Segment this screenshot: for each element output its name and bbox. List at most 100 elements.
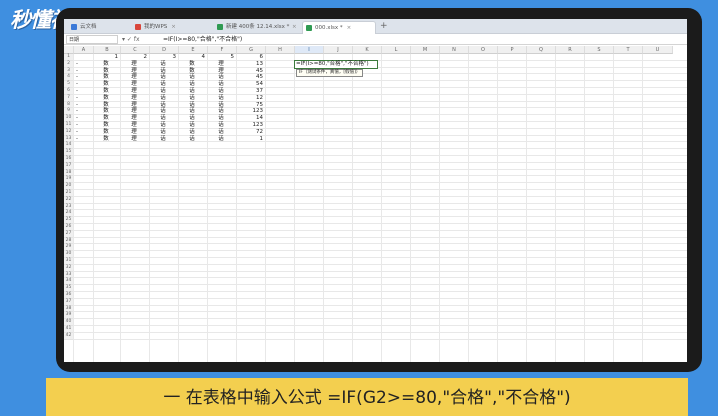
table-cell[interactable]: 话 bbox=[150, 88, 176, 95]
column-header-l[interactable]: L bbox=[382, 46, 411, 54]
table-cell[interactable]: 话 bbox=[179, 129, 205, 136]
table-cell[interactable]: 数 bbox=[94, 129, 118, 136]
tab-cloud-docs[interactable]: 云文档 bbox=[68, 21, 126, 34]
column-header-s[interactable]: S bbox=[585, 46, 614, 54]
tab-active-workbook[interactable]: 000.xlsx * × bbox=[302, 21, 376, 34]
header-cell[interactable]: 2 bbox=[121, 54, 148, 61]
table-cell[interactable]: - bbox=[76, 108, 93, 115]
table-cell[interactable]: 话 bbox=[150, 129, 176, 136]
table-cell[interactable]: 数 bbox=[179, 61, 205, 68]
table-cell[interactable]: 75 bbox=[237, 102, 263, 109]
header-cell[interactable]: 3 bbox=[150, 54, 177, 61]
table-cell[interactable]: 理 bbox=[208, 61, 234, 68]
select-all-corner[interactable] bbox=[64, 46, 74, 54]
table-cell[interactable]: 数 bbox=[94, 88, 118, 95]
table-cell[interactable]: 话 bbox=[208, 81, 234, 88]
add-tab-icon[interactable]: + bbox=[380, 19, 388, 34]
table-cell[interactable]: 话 bbox=[150, 81, 176, 88]
table-cell[interactable]: 话 bbox=[208, 129, 234, 136]
table-cell[interactable]: 45 bbox=[237, 74, 263, 81]
name-box[interactable]: 日期 bbox=[66, 35, 118, 44]
table-cell[interactable]: 话 bbox=[150, 136, 176, 143]
table-cell[interactable]: - bbox=[76, 122, 93, 129]
close-icon[interactable]: × bbox=[292, 24, 297, 30]
header-cell[interactable]: 4 bbox=[179, 54, 206, 61]
table-cell[interactable]: 13 bbox=[237, 61, 263, 68]
table-cell[interactable]: 45 bbox=[237, 68, 263, 75]
table-cell[interactable]: 理 bbox=[121, 61, 147, 68]
table-cell[interactable]: 14 bbox=[237, 115, 263, 122]
table-cell[interactable]: - bbox=[76, 88, 93, 95]
table-cell[interactable]: - bbox=[76, 136, 93, 143]
column-header-b[interactable]: B bbox=[94, 46, 121, 54]
column-header-f[interactable]: F bbox=[208, 46, 237, 54]
table-cell[interactable]: - bbox=[76, 129, 93, 136]
table-cell[interactable]: 1 bbox=[237, 136, 264, 143]
table-cell[interactable]: - bbox=[76, 68, 93, 75]
table-cell[interactable]: 数 bbox=[94, 81, 118, 88]
table-cell[interactable]: 话 bbox=[208, 115, 234, 122]
close-icon[interactable]: × bbox=[171, 24, 176, 30]
sheet-grid[interactable]: A B C D E F G H I J K L M N O P Q R S T U 1 2 3 4 5 6 7 8 9 10 11 12 13 14… bbox=[64, 46, 687, 362]
table-cell[interactable]: 话 bbox=[179, 81, 205, 88]
table-cell[interactable]: 话 bbox=[150, 61, 176, 68]
column-header-o[interactable]: O bbox=[469, 46, 498, 54]
column-header-p[interactable]: P bbox=[498, 46, 527, 54]
formula-icons[interactable]: ▾ ✓ fx bbox=[122, 35, 140, 44]
table-cell[interactable]: 话 bbox=[150, 115, 176, 122]
tab-my-wps[interactable]: 我的WPS × bbox=[132, 21, 194, 34]
column-header-d[interactable]: D bbox=[150, 46, 179, 54]
table-cell[interactable]: 数 bbox=[94, 122, 118, 129]
table-cell[interactable]: 理 bbox=[121, 115, 147, 122]
column-header-q[interactable]: Q bbox=[527, 46, 556, 54]
table-cell[interactable]: 话 bbox=[150, 95, 176, 102]
table-cell[interactable]: 话 bbox=[179, 115, 205, 122]
table-cell[interactable]: 话 bbox=[208, 88, 234, 95]
table-cell[interactable]: - bbox=[76, 102, 93, 109]
table-cell[interactable]: 72 bbox=[237, 129, 263, 136]
table-cell[interactable]: 理 bbox=[121, 95, 147, 102]
table-cell[interactable]: 话 bbox=[179, 88, 205, 95]
column-header-r[interactable]: R bbox=[556, 46, 585, 54]
column-header-t[interactable]: T bbox=[614, 46, 643, 54]
header-cell[interactable]: 6 bbox=[237, 54, 264, 61]
column-header-c[interactable]: C bbox=[121, 46, 150, 54]
table-cell[interactable]: 话 bbox=[179, 95, 205, 102]
table-cell[interactable]: 理 bbox=[121, 88, 147, 95]
table-cell[interactable]: 123 bbox=[237, 122, 264, 129]
column-header-h[interactable]: H bbox=[266, 46, 295, 54]
table-cell[interactable]: 数 bbox=[94, 136, 118, 143]
table-cell[interactable]: 话 bbox=[179, 122, 205, 129]
table-cell[interactable]: - bbox=[76, 95, 93, 102]
formula-input[interactable]: =IF(I>=80,"合格","不合格") bbox=[163, 35, 242, 44]
column-header-e[interactable]: E bbox=[179, 46, 208, 54]
column-header-u[interactable]: U bbox=[643, 46, 673, 54]
table-cell[interactable]: - bbox=[76, 115, 93, 122]
column-header-k[interactable]: K bbox=[353, 46, 382, 54]
column-header-m[interactable]: M bbox=[411, 46, 440, 54]
table-cell[interactable]: 理 bbox=[121, 136, 147, 143]
table-cell[interactable]: 数 bbox=[94, 115, 118, 122]
table-cell[interactable]: 话 bbox=[208, 136, 234, 143]
column-header-i[interactable]: I bbox=[295, 46, 324, 54]
table-cell[interactable]: - bbox=[76, 74, 93, 81]
table-cell[interactable]: 123 bbox=[237, 108, 264, 115]
table-cell[interactable]: 话 bbox=[150, 122, 176, 129]
tab-workbook-400[interactable]: 新建 400条 12.14.xlsx * bbox=[214, 21, 300, 34]
table-cell[interactable]: 37 bbox=[237, 88, 263, 95]
table-cell[interactable]: 话 bbox=[208, 95, 234, 102]
column-header-g[interactable]: G bbox=[237, 46, 266, 54]
header-cell[interactable]: 1 bbox=[94, 54, 119, 61]
table-cell[interactable]: 理 bbox=[121, 122, 147, 129]
column-header-j[interactable]: J bbox=[324, 46, 353, 54]
table-cell[interactable]: 话 bbox=[208, 122, 234, 129]
table-cell[interactable]: 数 bbox=[94, 95, 118, 102]
tab-close-button[interactable]: × bbox=[290, 21, 302, 34]
table-cell[interactable]: - bbox=[76, 81, 93, 88]
table-cell[interactable]: 12 bbox=[237, 95, 263, 102]
table-cell[interactable]: - bbox=[76, 61, 93, 68]
formula-edit-cell[interactable]: =IF(I>=80,"合格","不合格") bbox=[294, 60, 378, 70]
header-cell[interactable]: 5 bbox=[208, 54, 235, 61]
column-header-n[interactable]: N bbox=[440, 46, 469, 54]
table-cell[interactable]: 理 bbox=[121, 81, 147, 88]
